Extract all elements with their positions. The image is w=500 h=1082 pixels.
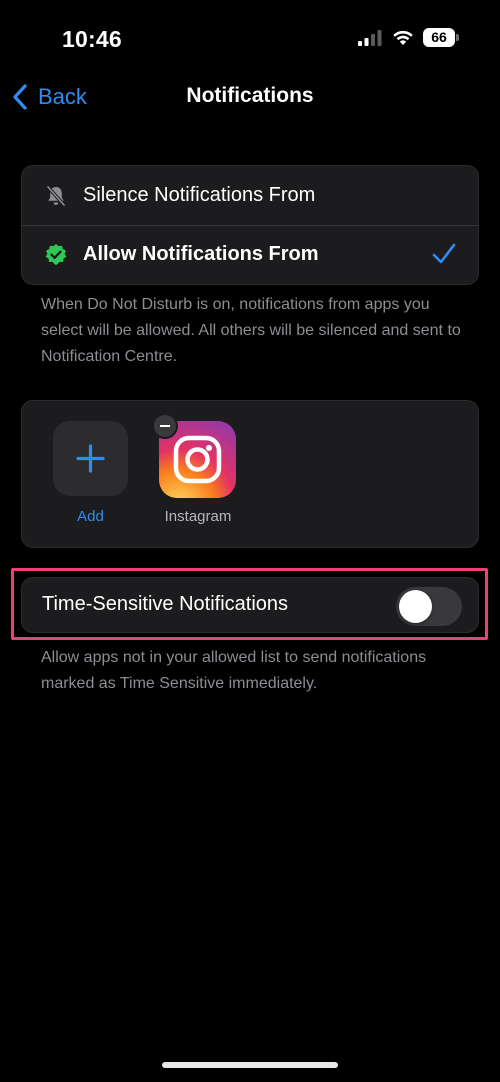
instagram-icon xyxy=(173,435,222,484)
checkmark-icon xyxy=(432,243,456,264)
allow-notifications-row[interactable]: Allow Notifications From xyxy=(22,225,478,284)
add-app-label[interactable]: Add xyxy=(53,508,128,525)
page-title: Notifications xyxy=(186,84,314,107)
mode-footnote: When Do Not Disturb is on, notifications… xyxy=(41,296,461,365)
time-sensitive-toggle[interactable] xyxy=(396,587,462,626)
add-app-button[interactable] xyxy=(53,421,128,496)
remove-app-button[interactable] xyxy=(152,413,178,439)
cellular-signal-icon xyxy=(358,30,382,46)
bell-slash-icon xyxy=(46,185,66,207)
mode-group: Silence Notifications From Allow Notific… xyxy=(21,165,479,285)
battery-level: 66 xyxy=(431,29,447,45)
status-time: 10:46 xyxy=(62,26,122,52)
checkmark-seal-icon xyxy=(45,244,67,265)
instagram-label: Instagram xyxy=(164,508,232,525)
silence-notifications-row[interactable]: Silence Notifications From xyxy=(22,166,478,225)
time-sensitive-label: Time-Sensitive Notifications xyxy=(42,593,289,615)
allowed-apps-group: Add Instagram xyxy=(21,400,479,548)
toggle-knob xyxy=(399,590,432,623)
wifi-icon xyxy=(393,30,413,45)
home-indicator[interactable] xyxy=(162,1062,338,1068)
silence-notifications-label: Silence Notifications From xyxy=(83,184,316,206)
time-sensitive-group: Time-Sensitive Notifications xyxy=(21,577,479,633)
allow-notifications-label: Allow Notifications From xyxy=(83,243,319,265)
time-sensitive-footnote: Allow apps not in your allowed list to s… xyxy=(41,649,427,692)
status-bar: 10:46 66 xyxy=(0,0,500,70)
plus-icon xyxy=(76,444,105,473)
battery-indicator: 66 xyxy=(423,28,459,47)
battery-cap xyxy=(456,34,459,41)
